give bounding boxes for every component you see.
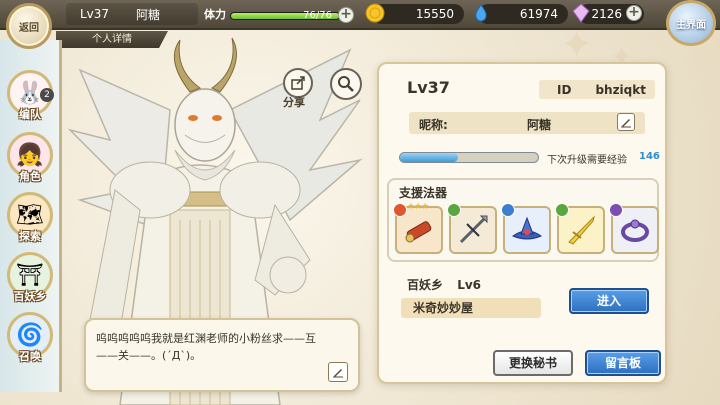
change-secretary-button[interactable]: 更换秘书 bbox=[493, 350, 573, 376]
edit-dialog-button[interactable] bbox=[328, 362, 348, 382]
fabao-slot-3[interactable] bbox=[501, 203, 551, 254]
fabao-slot-2[interactable] bbox=[447, 203, 497, 254]
share-icon bbox=[291, 76, 305, 90]
nav-item-explore[interactable]: 🗺 探索 bbox=[4, 192, 56, 252]
red-scroll-icon bbox=[405, 221, 432, 243]
crystal-icon bbox=[570, 2, 592, 24]
nav-label: 百妖乡 bbox=[13, 290, 47, 303]
tab-personal-details[interactable]: 个人详情 bbox=[56, 31, 168, 48]
nickname-value: 阿糖 bbox=[527, 118, 552, 132]
enter-village-button[interactable]: 进入 bbox=[569, 288, 649, 314]
exp-track bbox=[399, 152, 539, 163]
water-drop-icon bbox=[470, 2, 492, 24]
player-name: 阿糖 bbox=[136, 7, 161, 22]
pencil-icon bbox=[333, 369, 343, 378]
exp-bar: 下次升级需要经验 146 bbox=[399, 151, 660, 166]
back-button[interactable]: 返回 bbox=[6, 3, 52, 49]
support-title: 支援法器 bbox=[399, 186, 448, 200]
id-value: bhziqkt bbox=[595, 82, 646, 97]
yellow-sword-icon bbox=[568, 215, 595, 245]
nickname-label: 昵称: bbox=[419, 118, 448, 132]
nav-badge: 2 bbox=[40, 88, 54, 102]
crystal-value: 2126 bbox=[591, 7, 622, 21]
share-label: 分享 bbox=[283, 96, 305, 109]
player-id: ID bhziqkt bbox=[539, 80, 655, 99]
secretary-dialog: 呜呜呜呜呜我就是红渊老师的小粉丝求——互——关——。(´Д`)。 bbox=[84, 318, 360, 392]
dark-element-icon bbox=[609, 203, 623, 217]
nav-label: 编队 bbox=[19, 108, 41, 121]
back-label: 返回 bbox=[19, 22, 39, 34]
profile-panel: Lv37 ID bhziqkt 昵称: 阿糖 下次升级需要经验 146 支援法器… bbox=[377, 62, 667, 384]
player-level: Lv37 bbox=[80, 7, 110, 21]
add-crystal-button[interactable]: + bbox=[626, 5, 642, 21]
stamina-label: 体力 bbox=[204, 8, 226, 21]
wind-element-icon bbox=[555, 203, 569, 217]
exp-label: 下次升级需要经验 bbox=[547, 155, 627, 166]
nav-item-summon[interactable]: 🌀 召唤 bbox=[4, 312, 56, 372]
main-screen-button[interactable]: 主界面 bbox=[666, 0, 716, 46]
water-element-icon bbox=[501, 203, 515, 217]
player-plate: Lv37 阿糖 bbox=[66, 3, 198, 25]
exp-fill bbox=[400, 153, 458, 162]
stamina-bar: 体力 76/76 + bbox=[204, 4, 354, 26]
profile-level: Lv37 bbox=[407, 78, 450, 97]
nav-item-village[interactable]: ⛩ 百妖乡 bbox=[4, 252, 56, 312]
gold-value: 15550 bbox=[415, 7, 454, 21]
pencil-icon bbox=[621, 119, 631, 128]
nickname-row: 昵称: 阿糖 bbox=[409, 112, 645, 134]
nav-label: 探索 bbox=[19, 230, 41, 243]
crystal-counter: 2126 + bbox=[572, 3, 644, 24]
id-label: ID bbox=[557, 82, 572, 97]
fabao-slot-1[interactable]: ★★★ bbox=[393, 202, 443, 254]
add-stamina-button[interactable]: + bbox=[338, 7, 354, 23]
village-info: 百妖乡 Lv6 bbox=[407, 276, 481, 293]
blue-hat-icon bbox=[511, 216, 543, 240]
fire-element-icon bbox=[393, 203, 407, 217]
exp-value: 146 bbox=[639, 151, 660, 162]
star-rating-icon: ★★★ bbox=[407, 202, 429, 212]
fabao-slot-4[interactable] bbox=[555, 203, 605, 254]
village-shop-name: 米奇妙妙屋 bbox=[401, 298, 541, 318]
water-value: 61974 bbox=[519, 7, 558, 21]
zoom-button[interactable] bbox=[330, 68, 362, 100]
nav-item-team[interactable]: 🐰 2 编队 bbox=[4, 70, 56, 130]
fabao-slot-5[interactable] bbox=[609, 203, 659, 254]
gold-counter: 15550 bbox=[365, 3, 464, 24]
message-board-button[interactable]: 留言板 bbox=[585, 350, 661, 376]
spear-icon bbox=[459, 215, 488, 244]
wind-element-icon bbox=[447, 203, 461, 217]
magnifier-icon bbox=[338, 76, 354, 92]
stamina-value: 76/76 bbox=[303, 10, 332, 21]
main-screen-label: 主界面 bbox=[676, 19, 706, 31]
nav-label: 召唤 bbox=[19, 350, 41, 363]
support-fabao-section: 支援法器 ★★★ bbox=[387, 178, 659, 262]
purple-ring-icon bbox=[621, 219, 649, 242]
water-counter: 61974 bbox=[475, 4, 568, 24]
edit-nickname-button[interactable] bbox=[617, 113, 635, 131]
dialog-text: 呜呜呜呜呜我就是红渊老师的小粉丝求——互——关——。(´Д`)。 bbox=[96, 332, 316, 362]
left-nav: 🐰 2 编队 👧 角色 🗺 探索 ⛩ 百妖乡 🌀 召唤 bbox=[0, 40, 62, 392]
village-level: Lv6 bbox=[457, 278, 482, 292]
village-label: 百妖乡 bbox=[407, 278, 444, 292]
gold-coin-icon bbox=[364, 2, 386, 24]
nav-item-character[interactable]: 👧 角色 bbox=[4, 132, 56, 192]
nav-label: 角色 bbox=[19, 170, 41, 183]
